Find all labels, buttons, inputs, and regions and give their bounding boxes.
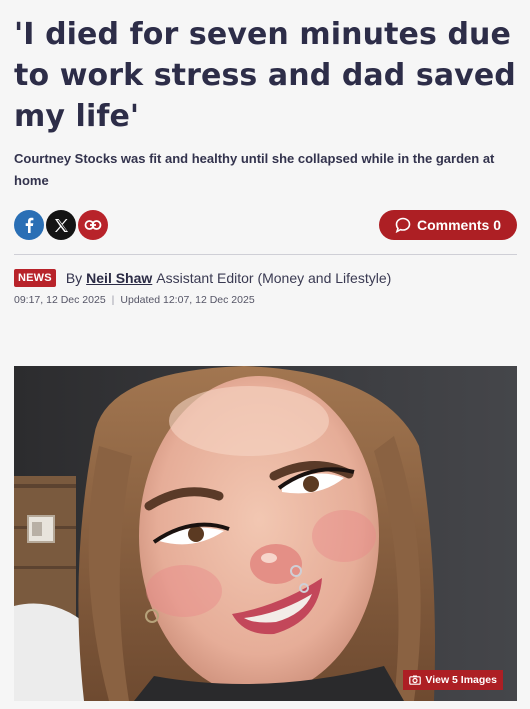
divider bbox=[14, 254, 517, 255]
facebook-share-button[interactable] bbox=[14, 210, 44, 240]
camera-icon bbox=[409, 675, 422, 685]
article-standfirst: Courtney Stocks was fit and healthy unti… bbox=[14, 151, 495, 188]
news-category-badge[interactable]: NEWS bbox=[14, 269, 56, 287]
share-bar: Comments 0 bbox=[14, 208, 517, 242]
comments-button[interactable]: Comments 0 bbox=[379, 210, 517, 240]
published-time: 09:17, 12 Dec 2025 bbox=[14, 294, 106, 306]
hero-image[interactable]: View 5 Images bbox=[14, 366, 517, 701]
hero-photo bbox=[14, 366, 517, 701]
author-link[interactable]: Neil Shaw bbox=[86, 270, 152, 286]
author-role: Assistant Editor (Money and Lifestyle) bbox=[156, 270, 392, 286]
comment-bubble-icon bbox=[395, 217, 411, 233]
copy-link-button[interactable] bbox=[78, 210, 108, 240]
date-separator: | bbox=[111, 294, 115, 306]
view-images-label: View 5 Images bbox=[425, 674, 497, 686]
article-headline: 'I died for seven minutes due to work st… bbox=[14, 17, 516, 134]
byline: NEWS By Neil Shaw Assistant Editor (Mone… bbox=[14, 268, 391, 288]
link-icon bbox=[84, 220, 102, 230]
article-dates: 09:17, 12 Dec 2025 | Updated 12:07, 12 D… bbox=[14, 293, 255, 307]
x-icon bbox=[54, 218, 68, 232]
view-images-button[interactable]: View 5 Images bbox=[403, 670, 503, 690]
updated-time: Updated 12:07, 12 Dec 2025 bbox=[120, 294, 255, 306]
x-share-button[interactable] bbox=[46, 210, 76, 240]
facebook-icon bbox=[25, 217, 34, 233]
byline-prefix: By bbox=[65, 270, 83, 286]
comments-label: Comments 0 bbox=[416, 217, 502, 233]
